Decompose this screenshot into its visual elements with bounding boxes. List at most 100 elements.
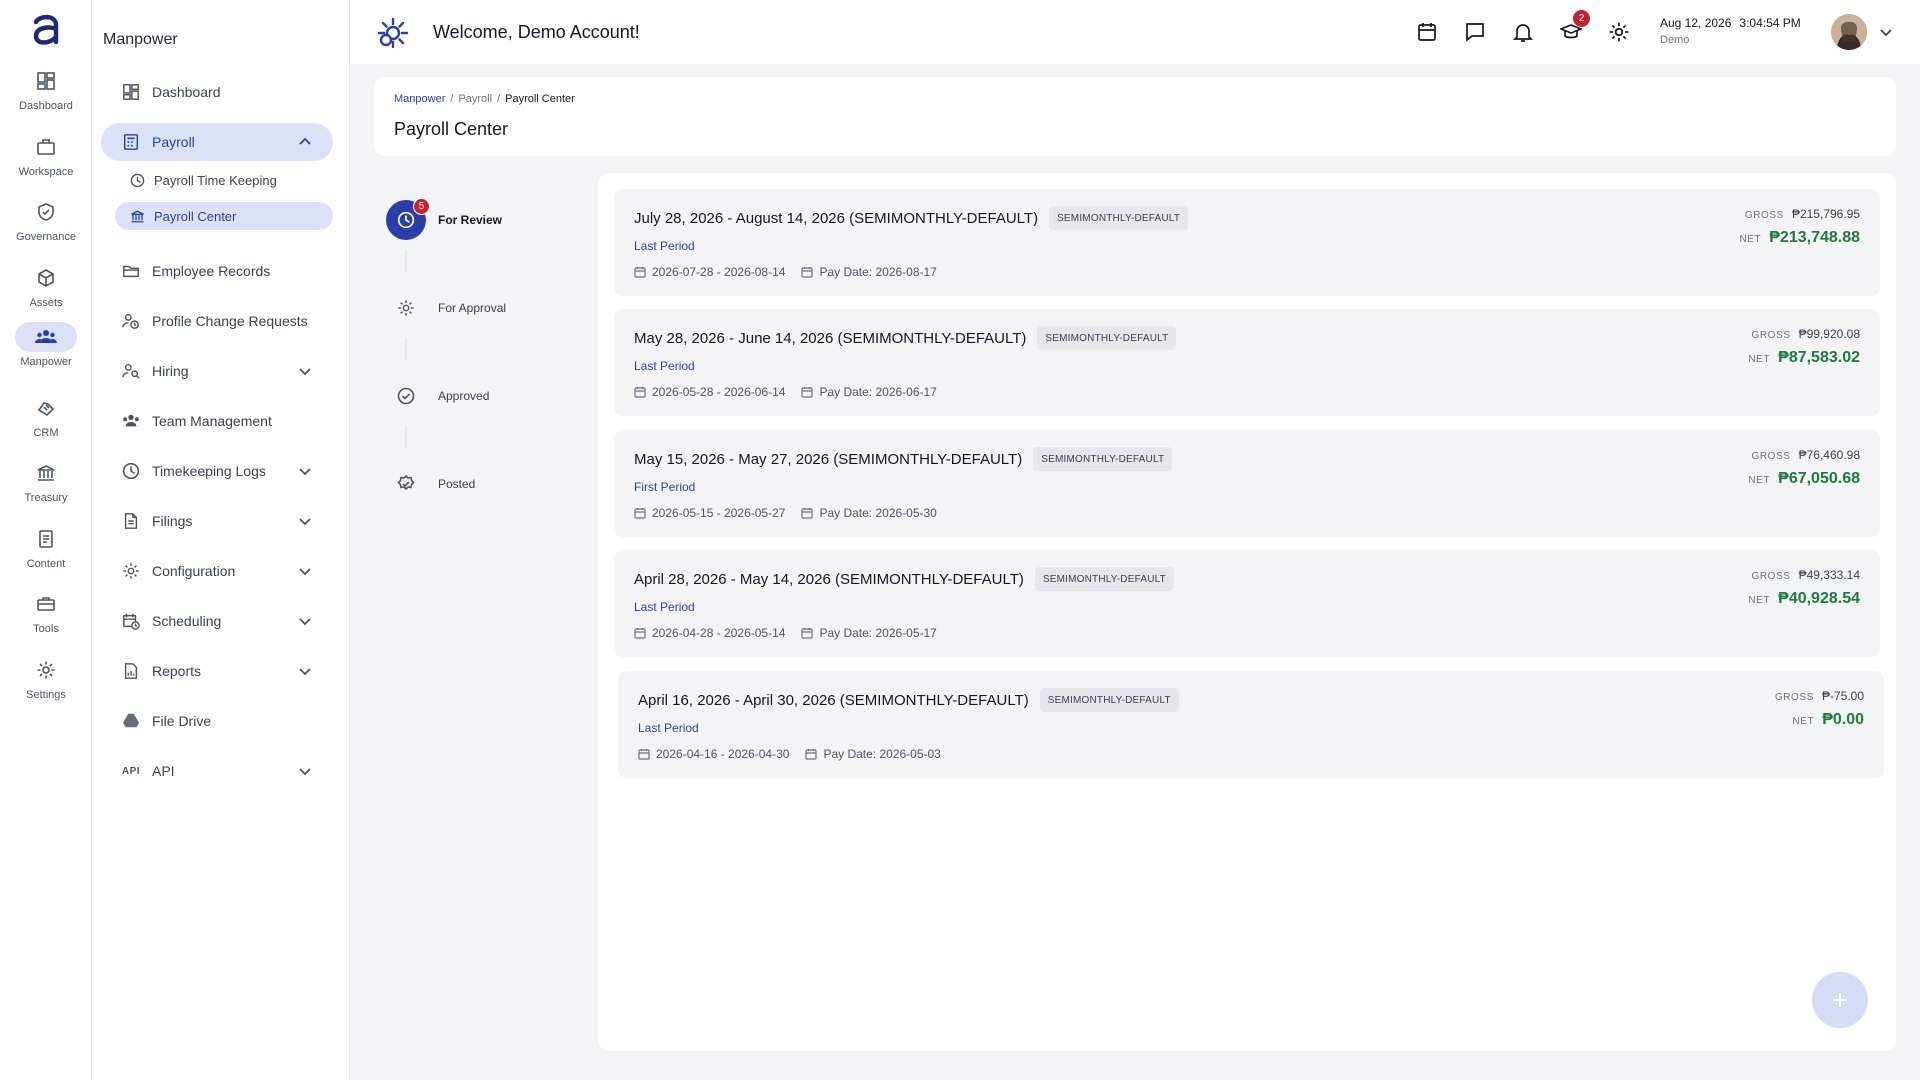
step-for-approval[interactable]: For Approval (386, 288, 576, 328)
sidebar-item-profile-change-requests[interactable]: Profile Change Requests (101, 302, 333, 340)
add-payroll-button[interactable] (1812, 972, 1868, 1028)
sidebar-subitem-payroll-time-keeping[interactable]: Payroll Time Keeping (115, 166, 333, 194)
page-title: Payroll Center (394, 119, 509, 139)
gross-label: GROSS (1744, 210, 1784, 221)
sidebar-item-timekeeping-logs[interactable]: Timekeeping Logs (101, 452, 333, 490)
sidebar-item-api[interactable]: API API (101, 752, 333, 790)
payroll-title: May 15, 2026 - May 27, 2026 (SEMIMONTHLY… (634, 450, 1023, 468)
bank-icon (15, 458, 77, 488)
payroll-meta: 2026-07-28 - 2026-08-14 Pay Date: 2026-0… (634, 265, 937, 279)
current-user: Demo (1660, 34, 1690, 46)
gear-icon (121, 561, 141, 581)
payroll-row[interactable]: April 16, 2026 - April 30, 2026 (SEMIMON… (618, 671, 1884, 778)
sidebar-subitem-payroll-center[interactable]: Payroll Center (115, 202, 333, 230)
payroll-title: May 28, 2026 - June 14, 2026 (SEMIMONTHL… (634, 329, 1027, 347)
sidebar-item-configuration[interactable]: Configuration (101, 552, 333, 590)
payroll-title-line: May 15, 2026 - May 27, 2026 (SEMIMONTHLY… (634, 447, 1173, 471)
chevron-down-icon[interactable] (1878, 24, 1894, 40)
avatar[interactable] (1831, 14, 1867, 50)
step-label: For Approval (438, 301, 507, 315)
gross-label: GROSS (1751, 330, 1791, 341)
briefcase-icon (15, 132, 77, 162)
rail-item-assets[interactable]: Assets (0, 263, 92, 321)
net-amount-line: NET ₱40,928.54 (1748, 590, 1860, 608)
date-range: 2026-05-15 - 2026-05-27 (652, 506, 786, 520)
calendar-icon (638, 748, 650, 760)
step-posted[interactable]: Posted (386, 464, 576, 504)
rail-label: Dashboard (19, 100, 73, 112)
breadcrumb: Manpower / Payroll / Payroll Center (394, 93, 575, 105)
rail-item-dashboard[interactable]: Dashboard (0, 66, 92, 124)
calendar-icon (634, 386, 646, 398)
calendar-icon[interactable] (1416, 21, 1438, 43)
frequency-tag: SEMIMONTHLY-DEFAULT (1039, 688, 1179, 712)
sidebar-item-reports[interactable]: Reports (101, 652, 333, 690)
rail-label: Manpower (20, 356, 72, 368)
step-for-review[interactable]: 5 For Review (386, 198, 576, 240)
breadcrumb-manpower[interactable]: Manpower (394, 93, 445, 105)
payroll-row[interactable]: May 28, 2026 - June 14, 2026 (SEMIMONTHL… (614, 309, 1880, 416)
sidebar-item-payroll[interactable]: Payroll (101, 123, 333, 161)
app-logo-icon[interactable] (28, 12, 64, 48)
sidebar-item-scheduling[interactable]: Scheduling (101, 602, 333, 640)
bell-icon[interactable] (1512, 21, 1534, 43)
step-approved[interactable]: Approved (386, 376, 576, 416)
api-icon: API (121, 765, 141, 777)
rail-item-workspace[interactable]: Workspace (0, 132, 92, 190)
date-range: 2026-05-28 - 2026-06-14 (652, 385, 786, 399)
sidebar-item-team-management[interactable]: Team Management (101, 402, 333, 440)
rail-label: Treasury (24, 492, 68, 504)
net-amount: ₱87,583.02 (1778, 349, 1860, 366)
gear-icon (386, 288, 426, 328)
pay-date: Pay Date: 2026-05-30 (819, 506, 937, 520)
payroll-title-line: April 28, 2026 - May 14, 2026 (SEMIMONTH… (634, 567, 1174, 591)
rail-item-settings[interactable]: Settings (0, 655, 92, 713)
clock-icon (129, 172, 145, 188)
payroll-row[interactable]: April 28, 2026 - May 14, 2026 (SEMIMONTH… (614, 550, 1880, 657)
sidebar-item-label: Team Management (152, 413, 272, 429)
chevron-down-icon (297, 463, 313, 479)
chat-icon[interactable] (1464, 21, 1486, 43)
date-range: 2026-04-16 - 2026-04-30 (656, 747, 790, 761)
sidebar-item-label: Timekeeping Logs (152, 463, 266, 479)
check-circle-icon (386, 376, 426, 416)
sidebar-item-employee-records[interactable]: Employee Records (101, 252, 333, 290)
sidebar-item-label: Reports (152, 663, 202, 679)
breadcrumb-payroll[interactable]: Payroll (458, 93, 492, 105)
clock-icon (121, 461, 141, 481)
rail-item-governance[interactable]: Governance (0, 197, 92, 255)
net-amount-line: NET ₱87,583.02 (1748, 349, 1860, 367)
gross-amount-line: GROSS ₱76,460.98 (1751, 448, 1860, 462)
gross-amount: ₱76,460.98 (1798, 448, 1860, 462)
rail-item-manpower[interactable]: Manpower (0, 322, 92, 380)
app-rail: Dashboard Workspace Governance Assets Ma… (0, 0, 92, 1080)
net-amount: ₱213,748.88 (1769, 229, 1860, 246)
net-amount-line: NET ₱213,748.88 (1739, 229, 1860, 247)
rail-item-tools[interactable]: Tools (0, 589, 92, 647)
current-time: 3:04:54 PM (1739, 16, 1801, 30)
calendar-icon (801, 266, 814, 278)
net-label: NET (1748, 354, 1771, 365)
sidebar-item-filings[interactable]: Filings (101, 502, 333, 540)
gross-amount: ₱99,920.08 (1798, 327, 1860, 341)
calendar-clock-icon (121, 611, 141, 631)
dashboard-icon (15, 66, 77, 96)
sidebar-item-dashboard[interactable]: Dashboard (101, 73, 333, 111)
payroll-title: April 28, 2026 - May 14, 2026 (SEMIMONTH… (634, 570, 1024, 588)
gear-icon[interactable] (1608, 21, 1630, 43)
handshake-icon (15, 393, 77, 423)
calendar-icon (634, 507, 646, 519)
breadcrumb-current: Payroll Center (505, 93, 575, 105)
net-label: NET (1739, 234, 1762, 245)
gross-label: GROSS (1774, 692, 1814, 703)
rail-item-crm[interactable]: CRM (0, 393, 92, 451)
payroll-row[interactable]: May 15, 2026 - May 27, 2026 (SEMIMONTHLY… (614, 430, 1880, 537)
rail-item-treasury[interactable]: Treasury (0, 458, 92, 516)
period-label: Last Period (638, 721, 699, 735)
sidebar-item-hiring[interactable]: Hiring (101, 352, 333, 390)
payroll-row[interactable]: July 28, 2026 - August 14, 2026 (SEMIMON… (614, 189, 1880, 296)
shield-check-icon (15, 197, 77, 227)
sidebar-item-file-drive[interactable]: File Drive (101, 702, 333, 740)
rail-item-content[interactable]: Content (0, 524, 92, 582)
learning-badge: 2 (1573, 10, 1590, 27)
